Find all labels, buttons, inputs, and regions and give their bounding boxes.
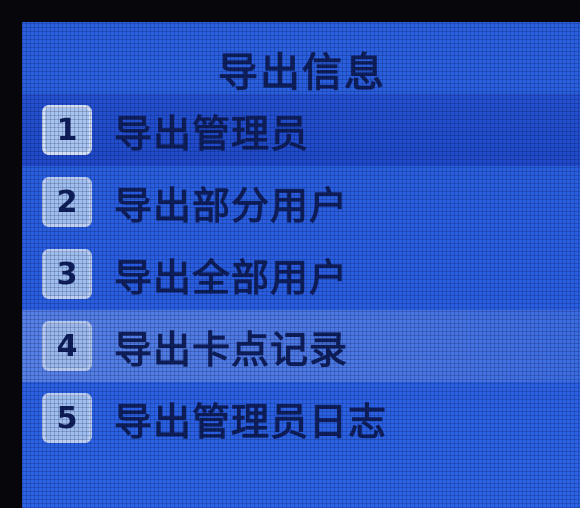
menu-item-label: 导出管理员	[114, 111, 310, 156]
menu-item-label: 导出卡点记录	[114, 327, 349, 372]
export-menu: 1 导出管理员 2 导出部分用户 3 导出全部用户 4 导出卡点记录 5 导出管…	[22, 94, 580, 454]
menu-item-label: 导出全部用户	[114, 255, 349, 300]
menu-item-export-admin-logs[interactable]: 5 导出管理员日志	[22, 382, 580, 454]
menu-item-export-checkpoint-records[interactable]: 4 导出卡点记录	[22, 310, 580, 382]
menu-item-number-badge: 2	[42, 177, 92, 227]
menu-item-number-badge: 5	[42, 393, 92, 443]
lcd-screen: 导出信息 1 导出管理员 2 导出部分用户 3 导出全部用户 4 导出卡点记录 …	[22, 22, 580, 508]
menu-item-number-badge: 3	[42, 249, 92, 299]
device-bezel: 导出信息 1 导出管理员 2 导出部分用户 3 导出全部用户 4 导出卡点记录 …	[0, 0, 580, 508]
menu-item-export-admins[interactable]: 1 导出管理员	[22, 94, 580, 166]
menu-item-export-partial-users[interactable]: 2 导出部分用户	[22, 166, 580, 238]
menu-item-export-all-users[interactable]: 3 导出全部用户	[22, 238, 580, 310]
menu-item-label: 导出部分用户	[114, 183, 349, 228]
menu-item-label: 导出管理员日志	[114, 399, 388, 444]
menu-item-number-badge: 4	[42, 321, 92, 371]
menu-item-number-badge: 1	[42, 105, 92, 155]
page-title: 导出信息	[218, 50, 386, 96]
